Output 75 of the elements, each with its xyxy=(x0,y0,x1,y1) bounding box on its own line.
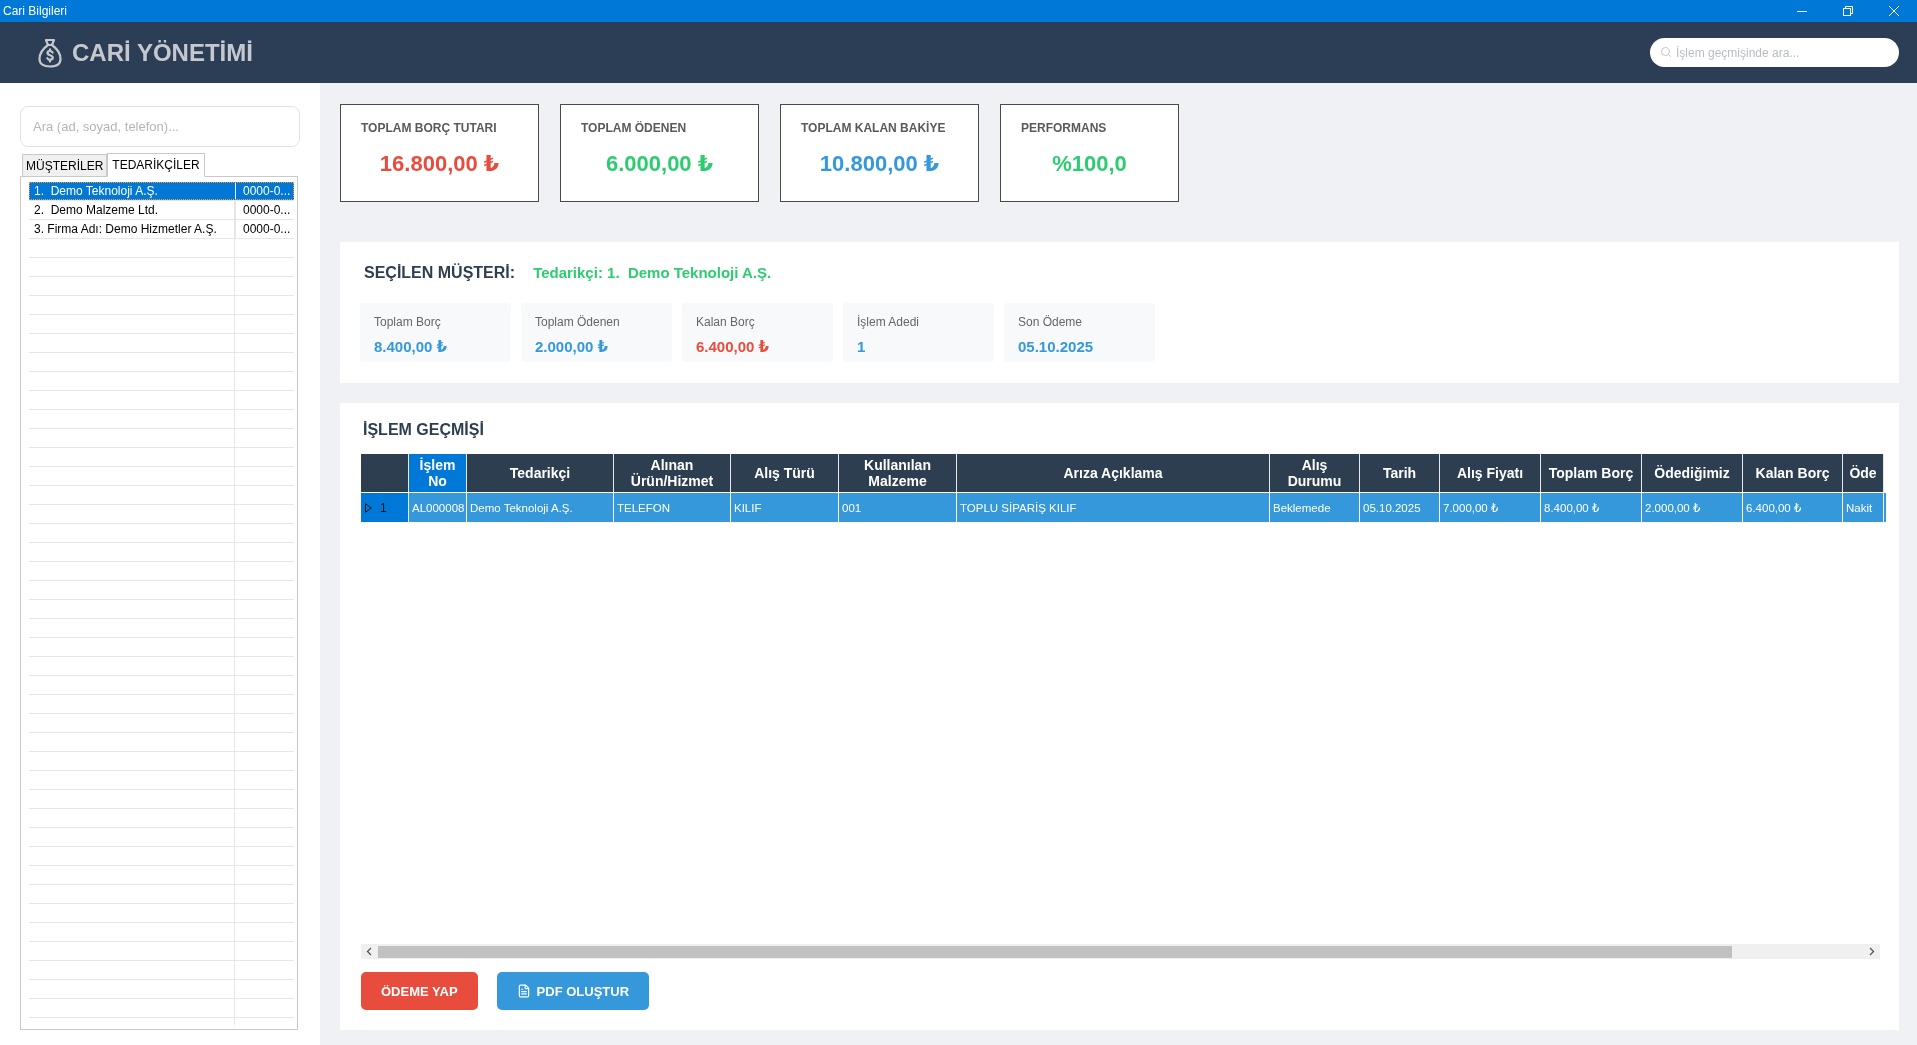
customer-name: Tedarikçi: 1. Demo Teknoloji A.Ş. xyxy=(533,264,772,281)
stat-value: 6.400,00 ₺ xyxy=(696,337,770,356)
row-number: 1 xyxy=(380,500,387,515)
card-label: TOPLAM KALAN BAKİYE xyxy=(801,121,947,135)
row-header[interactable]: 1 xyxy=(361,493,409,522)
stat-value: 05.10.2025 xyxy=(1018,337,1095,356)
column-header[interactable]: Alış Türü xyxy=(731,454,839,492)
stat-label: Toplam Borç xyxy=(374,315,442,330)
card-value: 6.000,00 ₺ xyxy=(604,151,715,177)
table-cell: KILIF xyxy=(731,493,839,522)
table-cell: Beklemede xyxy=(1270,493,1360,522)
card-label: TOPLAM BORÇ TUTARI xyxy=(361,121,498,135)
card-value: %100,0 xyxy=(1051,151,1128,177)
money-bag-icon xyxy=(38,37,62,68)
column-header[interactable]: Tarih xyxy=(1360,454,1440,492)
column-header[interactable]: Alış Durumu xyxy=(1270,454,1360,492)
list-cell-text: 3. Firma Adı: Demo Hizmetler A.Ş. xyxy=(33,221,218,238)
section-title: İŞLEM GEÇMİŞİ xyxy=(363,420,485,440)
card-value: 10.800,00 ₺ xyxy=(818,151,941,177)
list-cell: 0000-0... xyxy=(235,220,294,238)
table-cell: TELEFON xyxy=(614,493,731,522)
column-header[interactable]: Tedarikçi xyxy=(467,454,614,492)
stat-label: İşlem Adedi xyxy=(857,315,921,330)
column-header[interactable]: Alınan Ürün/Hizmet xyxy=(614,454,731,492)
table-cell: 001 xyxy=(839,493,957,522)
section-title: SEÇİLEN MÜŞTERİ: xyxy=(364,264,516,282)
column-header[interactable]: Arıza Açıklama xyxy=(957,454,1270,492)
window-title: Cari Bilgileri xyxy=(2,4,68,18)
table-cell: 8.400,00 ₺ xyxy=(1541,493,1642,522)
stat-label: Kalan Borç xyxy=(696,315,756,330)
horizontal-scrollbar[interactable] xyxy=(361,944,1880,959)
card-label: PERFORMANS xyxy=(1021,121,1108,135)
stat-value: 1 xyxy=(857,337,867,356)
table-cell: AL000008 xyxy=(409,493,467,522)
document-icon xyxy=(516,984,531,998)
stat-value: 2.000,00 ₺ xyxy=(535,337,609,356)
search-field[interactable]: İşlem geçmişinde ara... xyxy=(1650,38,1899,67)
table-cell: 7.000,00 ₺ xyxy=(1440,493,1541,522)
stat-label: Toplam Ödenen xyxy=(535,315,621,330)
table-cell: 6.400,00 ₺ xyxy=(1743,493,1843,522)
column-header[interactable]: Kalan Borç xyxy=(1743,454,1843,492)
table-cell: 2.000,00 ₺ xyxy=(1642,493,1743,522)
close-icon xyxy=(1889,6,1899,16)
column-header[interactable]: Kullanılan Malzeme xyxy=(839,454,957,492)
column-header[interactable]: Alış Fiyatı xyxy=(1440,454,1541,492)
scroll-thumb[interactable] xyxy=(378,945,1733,958)
card-label: TOPLAM ÖDENEN xyxy=(581,121,688,135)
table-cell: TOPLU SİPARİŞ KILIF xyxy=(957,493,1270,522)
table-row[interactable]: 1 AL000008 Demo Teknoloji A.Ş. TELEFON KILIF 001 TOPLU SİPARİŞ KILIF Beklemede 05.10.2025 7.000,00 ₺ 8.400,00 ₺ 2.000,00 ₺ 6.400,00 ₺ Nakit xyxy=(361,492,1886,522)
stat-value: 8.400,00 ₺ xyxy=(374,337,448,356)
card-value: 16.800,00 ₺ xyxy=(378,151,501,177)
list-row[interactable]: 3. Firma Adı: Demo Hizmetler A.Ş. 0000-0... xyxy=(29,220,294,238)
list-row[interactable]: 2. Demo Malzeme Ltd. 0000-0... xyxy=(29,201,294,219)
column-header[interactable]: Öde xyxy=(1843,454,1884,492)
list-row[interactable]: 1. Demo Teknoloji A.Ş. 0000-0... xyxy=(29,182,294,200)
header-corner xyxy=(361,454,409,492)
table-cell: 05.10.2025 xyxy=(1360,493,1440,522)
stat-label: Son Ödeme xyxy=(1018,315,1084,330)
list-cell: 0000-0... xyxy=(235,201,294,219)
list-cell-text: 1. Demo Teknoloji A.Ş. xyxy=(33,183,159,200)
table-cell: Nakit xyxy=(1843,493,1884,522)
app-title: CARİ YÖNETİMİ xyxy=(72,38,253,67)
search-icon xyxy=(1660,46,1672,58)
tab[interactable]: TEDARİKÇİLER xyxy=(107,153,205,177)
column-header[interactable]: Ödediğimiz xyxy=(1642,454,1743,492)
search-field[interactable]: Ara (ad, soyad, telefon)... xyxy=(20,106,300,147)
list-cell-text: 2. Demo Malzeme Ltd. xyxy=(33,202,160,219)
list-cell: 0000-0... xyxy=(235,182,294,200)
minimize-icon xyxy=(1797,10,1807,12)
restore-icon xyxy=(1843,6,1853,16)
column-header[interactable]: Toplam Borç xyxy=(1541,454,1642,492)
table-cell: Demo Teknoloji A.Ş. xyxy=(467,493,614,522)
column-header[interactable]: İşlem No xyxy=(409,454,467,492)
tab[interactable]: MÜŞTERİLER xyxy=(22,154,108,176)
action-button[interactable]: ÖDEME YAP xyxy=(361,972,478,1010)
